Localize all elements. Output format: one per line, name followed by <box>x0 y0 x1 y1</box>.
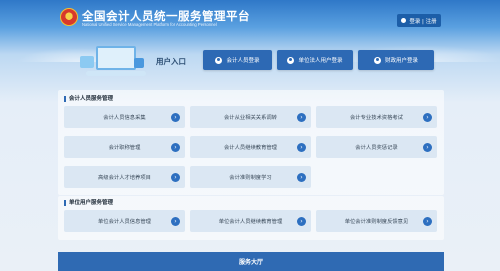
service-tile[interactable]: 会计准则制度学习 › <box>190 166 311 188</box>
computer-illustration <box>78 44 150 78</box>
service-tile[interactable]: 单位会计人员信息管理 › <box>64 210 185 232</box>
service-tile[interactable]: 单位会计人员继续教育管理 › <box>190 210 311 232</box>
section-title: 会计人员服务管理 <box>64 96 113 102</box>
service-tile[interactable]: 会计专业技术资格考试 › <box>316 106 437 128</box>
service-tile[interactable]: 会计人员奖惩记录 › <box>316 136 437 158</box>
service-tile[interactable]: 单位会计准则制度反馈意见 › <box>316 210 437 232</box>
service-tile[interactable]: 会计从业相关关系调转 › <box>190 106 311 128</box>
user-icon <box>373 56 381 64</box>
arrow-right-icon: › <box>423 216 432 226</box>
arrow-right-icon: › <box>423 112 432 122</box>
user-entry-title: 用户入口 <box>156 57 186 66</box>
arrow-right-icon: › <box>297 142 306 152</box>
arrow-right-icon: › <box>171 216 180 226</box>
arrow-right-icon: › <box>171 112 180 122</box>
national-emblem-icon <box>60 8 78 26</box>
unit-services-section: 单位用户服务管理 单位会计人员信息管理 › 单位会计人员继续教育管理 › 单位会… <box>58 196 444 240</box>
user-icon <box>287 56 295 64</box>
arrow-right-icon: › <box>297 172 306 182</box>
user-entry-panel: 用户入口 会计人员登录 单位法人用户登录 财政用户登录 <box>58 42 444 80</box>
arrow-right-icon: › <box>297 112 306 122</box>
service-tile[interactable]: 会计职称管理 › <box>64 136 185 158</box>
service-hall-bar[interactable]: 服务大厅 <box>58 252 444 271</box>
user-icon <box>215 56 223 64</box>
site-header: 全国会计人员统一服务管理平台 National Unified Service … <box>0 0 500 34</box>
service-tile[interactable]: 会计人员信息采集 › <box>64 106 185 128</box>
service-tile[interactable]: 会计人员继续教育管理 › <box>190 136 311 158</box>
user-icon <box>401 18 407 23</box>
arrow-right-icon: › <box>297 216 306 226</box>
arrow-right-icon: › <box>171 142 180 152</box>
arrow-right-icon: › <box>171 172 180 182</box>
login-register-label: 登录 | 注册 <box>409 18 437 25</box>
accountant-services-section: 会计人员服务管理 会计人员信息采集 › 会计从业相关关系调转 › 会计专业技术资… <box>58 90 444 195</box>
service-tile[interactable]: 高级会计人才培养项目 › <box>64 166 185 188</box>
finance-login-button[interactable]: 财政用户登录 <box>358 50 434 70</box>
accountant-login-button[interactable]: 会计人员登录 <box>203 50 272 70</box>
section-title: 单位用户服务管理 <box>64 200 113 206</box>
site-subtitle: National Unified Service Management Plat… <box>82 22 217 27</box>
unit-legal-login-button[interactable]: 单位法人用户登录 <box>277 50 353 70</box>
arrow-right-icon: › <box>423 142 432 152</box>
login-register-button[interactable]: 登录 | 注册 <box>397 14 441 27</box>
